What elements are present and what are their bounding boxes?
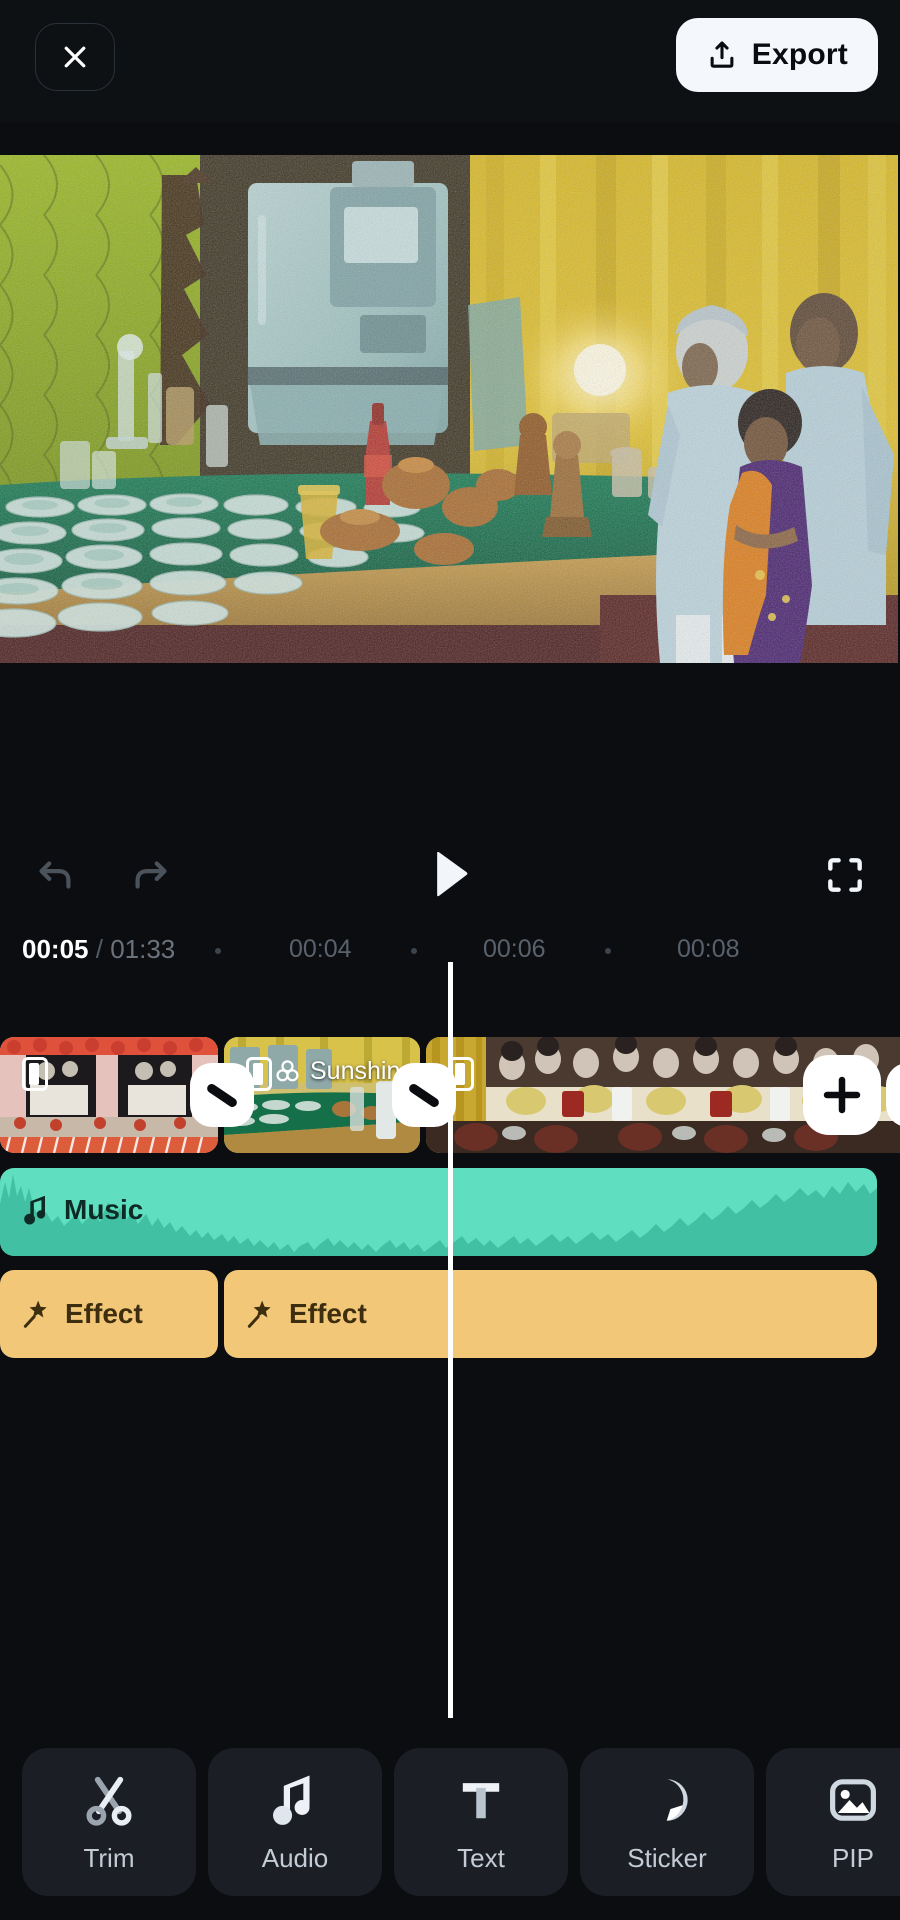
upload-icon — [710, 41, 734, 68]
ruler-tick-label: 00:08 — [677, 935, 740, 963]
ruler-tick-dot — [411, 948, 417, 954]
tool-audio[interactable]: Audio — [208, 1748, 382, 1896]
play-icon — [437, 851, 468, 897]
transition-icon — [407, 1081, 441, 1109]
effect-label: Effect — [65, 1298, 143, 1329]
play-button[interactable] — [417, 834, 483, 916]
clip-thumbnail — [0, 1037, 218, 1153]
bottom-toolbar[interactable]: Trim Audio Text Sticker PIP — [0, 1724, 900, 1920]
video-preview[interactable] — [0, 155, 898, 663]
music-note-icon — [266, 1771, 324, 1829]
tool-label: Text — [457, 1842, 505, 1873]
fullscreen-button[interactable] — [812, 842, 878, 908]
undo-button[interactable] — [22, 842, 88, 908]
current-time: 00:05 — [22, 934, 89, 964]
top-bar: Export — [0, 0, 900, 122]
timeline-clip[interactable] — [0, 1037, 218, 1153]
tool-label: Trim — [83, 1842, 135, 1873]
export-button[interactable]: Export — [675, 18, 878, 92]
sticker-icon — [638, 1771, 696, 1829]
video-editor-screen: Export 00:05 / 01:33 00:04 00:06 00:08 S… — [0, 0, 900, 1920]
plus-icon — [823, 1076, 861, 1114]
tool-sticker[interactable]: Sticker — [580, 1748, 754, 1896]
music-note-icon — [24, 1195, 46, 1225]
transition-button[interactable] — [190, 1063, 254, 1127]
time-display: 00:05 / 01:33 — [22, 934, 175, 965]
redo-icon — [135, 861, 167, 889]
ruler-tick-label: 00:06 — [483, 935, 546, 963]
tool-label: PIP — [832, 1842, 874, 1873]
music-label-text: Music — [64, 1194, 144, 1225]
tool-label: Audio — [261, 1842, 329, 1873]
redo-button[interactable] — [118, 842, 184, 908]
close-button[interactable] — [35, 23, 115, 91]
timeline[interactable]: Sunshine Sway — [0, 962, 900, 1725]
phone-portrait-icon — [22, 1057, 48, 1091]
image-icon — [824, 1771, 882, 1829]
effect-clip[interactable]: Effect — [224, 1270, 877, 1358]
text-t-icon — [452, 1771, 510, 1829]
tool-pip[interactable]: PIP — [766, 1748, 900, 1896]
total-time: 01:33 — [110, 934, 176, 964]
effect-clip[interactable]: Effect — [0, 1270, 218, 1358]
tool-label: Sticker — [627, 1842, 707, 1873]
tool-text[interactable]: Text — [394, 1748, 568, 1896]
time-separator: / — [95, 934, 103, 964]
music-track-label: Music — [22, 1194, 143, 1226]
transition-icon — [205, 1081, 239, 1109]
ruler-tick-label: 00:04 — [289, 935, 352, 963]
transition-trefoil-icon — [276, 1060, 299, 1082]
preview-frame — [0, 155, 898, 663]
music-track[interactable]: Music — [0, 1168, 877, 1256]
tool-trim[interactable]: Trim — [22, 1748, 196, 1896]
ruler-tick-dot — [215, 948, 221, 954]
add-clip-button[interactable] — [803, 1055, 881, 1135]
playback-controls — [0, 820, 900, 930]
playhead[interactable] — [448, 962, 453, 1718]
transition-button[interactable] — [392, 1063, 456, 1127]
effect-label: Effect — [289, 1298, 367, 1329]
close-icon — [64, 46, 86, 68]
magic-wand-icon — [23, 1300, 47, 1328]
ruler-tick-dot — [605, 948, 611, 954]
magic-wand-icon — [247, 1300, 271, 1328]
export-label: Export — [751, 38, 848, 71]
undo-icon — [39, 861, 71, 889]
fullscreen-icon — [828, 858, 862, 892]
scissors-icon — [80, 1771, 138, 1829]
